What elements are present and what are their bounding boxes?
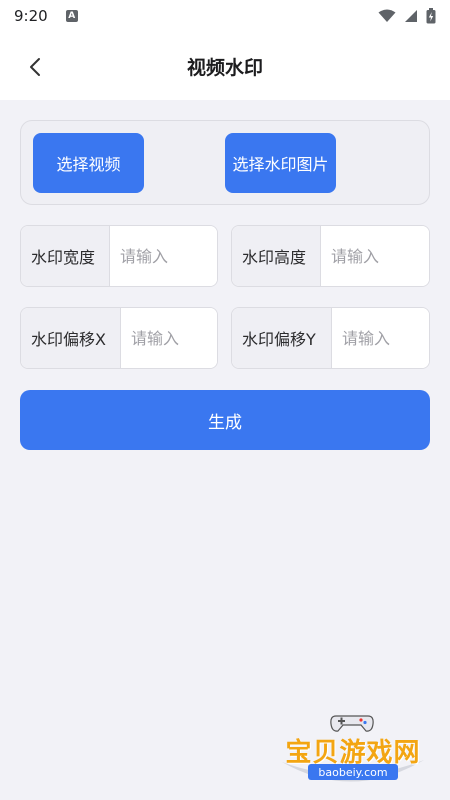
select-watermark-image-button[interactable]: 选择水印图片 xyxy=(225,133,336,193)
logo-url: baobeiy.com xyxy=(308,764,398,780)
watermark-width-input[interactable] xyxy=(110,226,217,286)
watermark-offset-y-input[interactable] xyxy=(332,308,429,368)
signal-icon xyxy=(405,10,417,22)
battery-icon xyxy=(426,8,436,24)
status-time: 9:20 xyxy=(14,7,48,25)
watermark-width-label: 水印宽度 xyxy=(21,226,110,286)
watermark-height-field: 水印高度 xyxy=(231,225,430,287)
watermark-offset-x-label: 水印偏移X xyxy=(21,308,121,368)
select-video-button[interactable]: 选择视频 xyxy=(33,133,144,193)
back-button[interactable] xyxy=(22,54,48,80)
watermark-height-input[interactable] xyxy=(321,226,429,286)
watermark-offset-y-label: 水印偏移Y xyxy=(232,308,332,368)
generate-button[interactable]: 生成 xyxy=(20,390,430,450)
app-header: 视频水印 xyxy=(0,32,450,100)
app-screen: 9:20 A 视频水印 选择视频 选择水印图片 水印宽度 请输入 水印高度 请输… xyxy=(0,0,450,800)
status-bar: 9:20 A xyxy=(0,0,450,32)
gamepad-icon xyxy=(330,715,374,732)
site-watermark-logo: 宝贝游戏网 baobeiy.com xyxy=(268,710,436,792)
notification-a-icon: A xyxy=(65,10,78,22)
watermark-width-field: 水印宽度 xyxy=(20,225,218,287)
status-icons xyxy=(378,8,436,24)
watermark-offset-x-field: 水印偏移X xyxy=(20,307,218,369)
chevron-left-icon xyxy=(30,58,40,76)
watermark-offset-y-field: 水印偏移Y xyxy=(231,307,430,369)
page-title: 视频水印 xyxy=(186,56,263,79)
media-select-card: 选择视频 选择水印图片 xyxy=(20,120,430,205)
watermark-height-label: 水印高度 xyxy=(232,226,321,286)
watermark-offset-x-input[interactable] xyxy=(121,308,217,368)
wifi-icon xyxy=(378,9,396,22)
